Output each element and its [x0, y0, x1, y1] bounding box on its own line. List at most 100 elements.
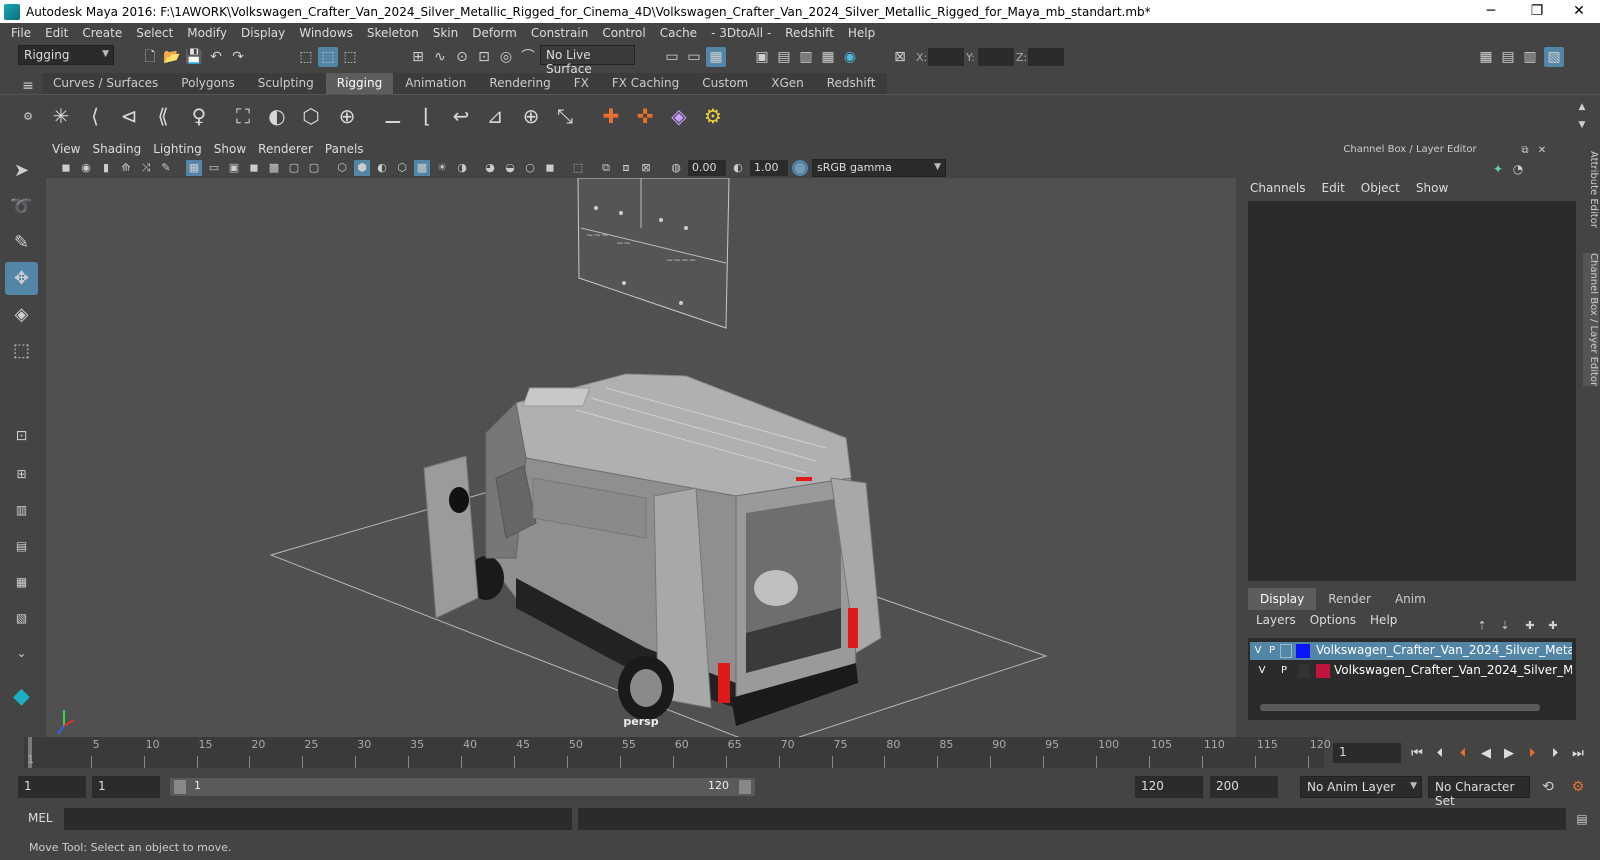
camera-select-icon[interactable]: ◼ [58, 160, 74, 176]
exposure-icon[interactable]: ◍ [668, 160, 684, 176]
cluster-icon[interactable]: ⊕ [332, 101, 362, 131]
new-layer-selected-icon[interactable]: ✚ [1520, 616, 1540, 636]
input-ops-icon[interactable]: ▭ [662, 47, 682, 67]
menu-set-dropdown[interactable]: Rigging ▼ [18, 45, 114, 65]
layers-menu[interactable]: Layers [1256, 613, 1296, 627]
side-by-side-layout-icon[interactable]: ▥ [5, 494, 38, 527]
go-to-start-icon[interactable]: ⏮ [1407, 746, 1427, 762]
y-field[interactable] [978, 48, 1014, 66]
four-pane-layout-icon[interactable]: ⊞ [5, 458, 38, 491]
shelf-options-icon[interactable]: ⚙ [18, 107, 38, 127]
step-back-key-icon[interactable]: ⏴ [1430, 746, 1450, 762]
open-scene-icon[interactable]: 📂 [162, 47, 182, 67]
live-surface-field[interactable]: No Live Surface [540, 45, 635, 76]
animation-prefs-icon[interactable]: ⚙ [1568, 777, 1588, 797]
anti-aliasing-icon[interactable]: ○ [522, 160, 538, 176]
viewport-menu-lighting[interactable]: Lighting [147, 141, 208, 158]
layer-row[interactable]: V P Volkswagen_Crafter_Van_2024_Silver_M… [1250, 642, 1572, 660]
save-scene-icon[interactable]: 💾 [184, 47, 204, 67]
tab-display[interactable]: Display [1248, 588, 1317, 610]
hypershade-layout-icon[interactable]: ▧ [5, 602, 38, 635]
script-editor-icon[interactable]: ▤ [1572, 809, 1592, 829]
new-scene-icon[interactable]: 🗋 [140, 47, 160, 67]
tab-curves-surfaces[interactable]: Curves / Surfaces [42, 73, 171, 94]
layer-color-swatch[interactable] [1316, 664, 1330, 678]
tab-rendering[interactable]: Rendering [478, 73, 563, 94]
3d-scene[interactable]: ~~~ ~~ ~~~~ persp [46, 178, 1236, 738]
layer-visibility-toggle[interactable]: V [1256, 664, 1268, 678]
film-gate-icon[interactable]: ▭ [206, 160, 222, 176]
tab-attribute-editor[interactable]: Attribute Editor [1583, 151, 1599, 228]
scale-tool-icon[interactable]: ⬚ [5, 334, 38, 367]
menu-edit[interactable]: Edit [38, 26, 75, 40]
graph-layout-icon[interactable]: ▦ [5, 566, 38, 599]
tab-custom[interactable]: Custom [691, 73, 761, 94]
gate-mask-icon[interactable]: ◼ [246, 160, 262, 176]
modeling-toolkit-icon[interactable]: ▦ [1476, 47, 1496, 67]
close-button[interactable]: ✕ [1556, 0, 1600, 23]
help-menu[interactable]: Help [1370, 613, 1397, 627]
tab-sculpting[interactable]: Sculpting [246, 73, 326, 94]
lasso-tool-icon[interactable]: ➰ [5, 190, 38, 223]
move-layer-down-icon[interactable]: ⇣ [1495, 616, 1515, 636]
menu-create[interactable]: Create [75, 26, 129, 40]
select-tool-icon[interactable]: ➤ [5, 154, 38, 187]
resolution-gate-icon[interactable]: ▣ [226, 160, 242, 176]
point-constraint-icon[interactable]: ⊕ [516, 101, 546, 131]
toolbox-expand-icon[interactable]: ⌄ [5, 637, 38, 670]
undo-icon[interactable]: ↶ [206, 47, 226, 67]
tab-channel-box[interactable]: Channel Box / Layer Editor [1583, 253, 1599, 387]
restore-button[interactable]: ❐ [1514, 0, 1560, 23]
viewport-menu-renderer[interactable]: Renderer [252, 141, 319, 158]
shelf-menu-icon[interactable]: ≡ [18, 76, 38, 96]
viewport-menu-show[interactable]: Show [208, 141, 252, 158]
quick-rig-icon[interactable]: ♀ [184, 101, 214, 131]
rotate-tool-icon[interactable]: ◈ [5, 298, 38, 331]
ipr-render-icon[interactable]: ▥ [796, 47, 816, 67]
screen-space-ao-icon[interactable]: ◕ [482, 160, 498, 176]
ik-handle-icon[interactable]: ⚊ [378, 101, 408, 131]
bookmark-icon[interactable]: ▮ [98, 160, 114, 176]
safe-title-icon[interactable]: ▢ [306, 160, 322, 176]
2d-pan-zoom-icon[interactable]: ⤨ [138, 160, 154, 176]
textured-icon[interactable]: ▩ [414, 160, 430, 176]
snap-view-icon[interactable]: ⊡ [474, 47, 494, 67]
snap-live-icon[interactable]: ⌒ [518, 47, 538, 67]
isolate-select-icon[interactable]: ⬚ [570, 160, 586, 176]
single-pane-layout-icon[interactable]: ⊡ [5, 420, 38, 453]
paint-weights-icon[interactable]: ◐ [262, 101, 292, 131]
tab-polygons[interactable]: Polygons [170, 73, 247, 94]
hik-icon[interactable]: ⚙ [698, 101, 728, 131]
layer-reference-toggle[interactable] [1280, 644, 1292, 658]
close-panel-icon[interactable]: ✕ [1532, 141, 1552, 161]
anim-layer-dropdown[interactable]: No Anim Layer ▼ [1300, 776, 1422, 798]
layer-color-swatch[interactable] [1296, 644, 1310, 658]
gamma-field[interactable]: 1.00 [750, 160, 788, 176]
range-handle-end[interactable] [739, 780, 751, 794]
locator-icon[interactable]: ✚ [596, 101, 626, 131]
field-chart-icon[interactable]: ▩ [266, 160, 282, 176]
snap-surface-icon[interactable]: ◎ [496, 47, 516, 67]
menu-help[interactable]: Help [841, 26, 882, 40]
color-management-toggle-icon[interactable]: ◎ [792, 160, 808, 176]
attribute-editor-toggle-icon[interactable]: ▤ [1498, 47, 1518, 67]
new-layer-icon[interactable]: ✚ [1543, 616, 1563, 636]
go-to-end-icon[interactable]: ⏭ [1568, 746, 1588, 762]
tab-xgen[interactable]: XGen [760, 73, 816, 94]
layer-visibility-toggle[interactable]: V [1252, 644, 1264, 658]
step-forward-key-icon[interactable]: ⏵ [1545, 746, 1565, 762]
menu-skin[interactable]: Skin [426, 26, 466, 40]
menu-constrain[interactable]: Constrain [524, 26, 596, 40]
gamma-icon[interactable]: ◐ [730, 160, 746, 176]
minimize-button[interactable]: ─ [1468, 0, 1514, 23]
camera-attrs-icon[interactable]: ◉ [78, 160, 94, 176]
wireframe-icon[interactable]: ⬡ [334, 160, 350, 176]
menu-cache[interactable]: Cache [653, 26, 704, 40]
aim-constraint-icon[interactable]: ⤡ [550, 101, 580, 131]
color-space-dropdown[interactable]: sRGB gamma ▼ [812, 159, 946, 177]
wireframe-on-shaded-icon[interactable]: ⬡ [394, 160, 410, 176]
render-view-icon[interactable]: ▣ [752, 47, 772, 67]
menu-file[interactable]: File [4, 26, 38, 40]
channel-list[interactable] [1248, 201, 1576, 581]
image-plane-icon[interactable]: ⟰ [118, 160, 134, 176]
